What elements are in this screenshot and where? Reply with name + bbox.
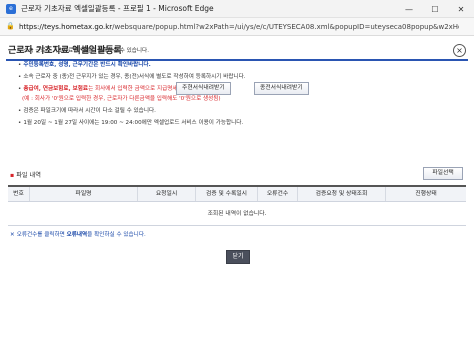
col-header-error-count[interactable]: 오류건수 xyxy=(258,187,298,201)
url-path: /websquare/popup.html?w2xPath=/ui/ys/e/c… xyxy=(112,22,459,31)
lock-icon[interactable]: 🔒 xyxy=(6,22,15,31)
prev-form-download-button[interactable]: 종전서식내려받기 xyxy=(254,82,309,95)
window-title: 근로자 기초자료 엑셀일괄등록 - 프로필 1 - Microsoft Edge xyxy=(21,4,214,13)
file-grid: 번호 파일명 요청일시 검증 및 수록일시 오류건수 검증요청 및 상태조회 진… xyxy=(8,185,466,226)
window-close-button[interactable]: ✕ xyxy=(448,0,474,18)
notice-line-2: • 주민등록번호, 성명, 근무기간은 반드시 확인바랍니다. xyxy=(18,62,151,68)
notice-line-3: • 소속 근로자 중 (종)전 근무지가 있는 경우, 종(전)서식에 별도로 작… xyxy=(18,74,246,80)
minimize-button[interactable]: — xyxy=(396,0,422,18)
col-header-filename[interactable]: 파일명 xyxy=(30,187,138,201)
col-header-request-time[interactable]: 요청일시 xyxy=(138,187,196,201)
grid-header: 번호 파일명 요청일시 검증 및 수록일시 오류건수 검증요청 및 상태조회 진… xyxy=(8,187,466,202)
app-icon: e xyxy=(6,3,16,14)
file-section-title: ▪ 파일 내역 xyxy=(10,172,41,179)
notice-line-6: • 검증은 파일크기에 따라서 시간이 다소 걸릴 수 있습니다. xyxy=(18,108,156,114)
close-button[interactable]: 닫기 xyxy=(226,250,250,264)
grid-empty-message: 조회된 내역이 없습니다. xyxy=(8,202,466,226)
window-titlebar: e 근로자 기초자료 엑셀일괄등록 - 프로필 1 - Microsoft Ed… xyxy=(0,0,474,18)
maximize-button[interactable]: ☐ xyxy=(422,0,448,18)
footnote: ✕ 오류건수를 클릭하면 오류내역을 확인하실 수 있습니다. xyxy=(10,232,146,238)
url-host: https://teys.hometax.go.kr xyxy=(19,22,113,31)
col-header-verify-time[interactable]: 검증 및 수록일시 xyxy=(196,187,258,201)
notice-line-5: (예 : 회사가 '0'원으로 입력한 경우, 근로자가 다른금액을 입력해도 … xyxy=(22,96,221,102)
col-header-no[interactable]: 번호 xyxy=(8,187,30,201)
col-header-verify-status[interactable]: 검증요청 및 상태조회 xyxy=(298,187,386,201)
url-text[interactable]: https://teys.hometax.go.kr/websquare/pop… xyxy=(19,23,459,31)
notice-list: • 소속 근로자 기초자료를 엑셀로 등록하실 수 있습니다. • 주민등록번호, … xyxy=(10,44,464,164)
col-header-progress[interactable]: 진행상태 xyxy=(386,187,466,201)
notice-line-1: • 소속 근로자 기초자료를 엑셀로 등록하실 수 있습니다. xyxy=(18,48,149,54)
address-bar[interactable]: 🔒 https://teys.hometax.go.kr/websquare/p… xyxy=(0,18,474,36)
window-controls: — ☐ ✕ xyxy=(396,0,474,18)
notice-line-7: • 1월 20일 ~ 1월 27일 사이에는 19:00 ~ 24:00에만 엑셀… xyxy=(18,120,244,126)
main-form-download-button[interactable]: 주현서식내려받기 xyxy=(176,82,231,95)
file-select-button[interactable]: 파일선택 xyxy=(423,167,463,180)
